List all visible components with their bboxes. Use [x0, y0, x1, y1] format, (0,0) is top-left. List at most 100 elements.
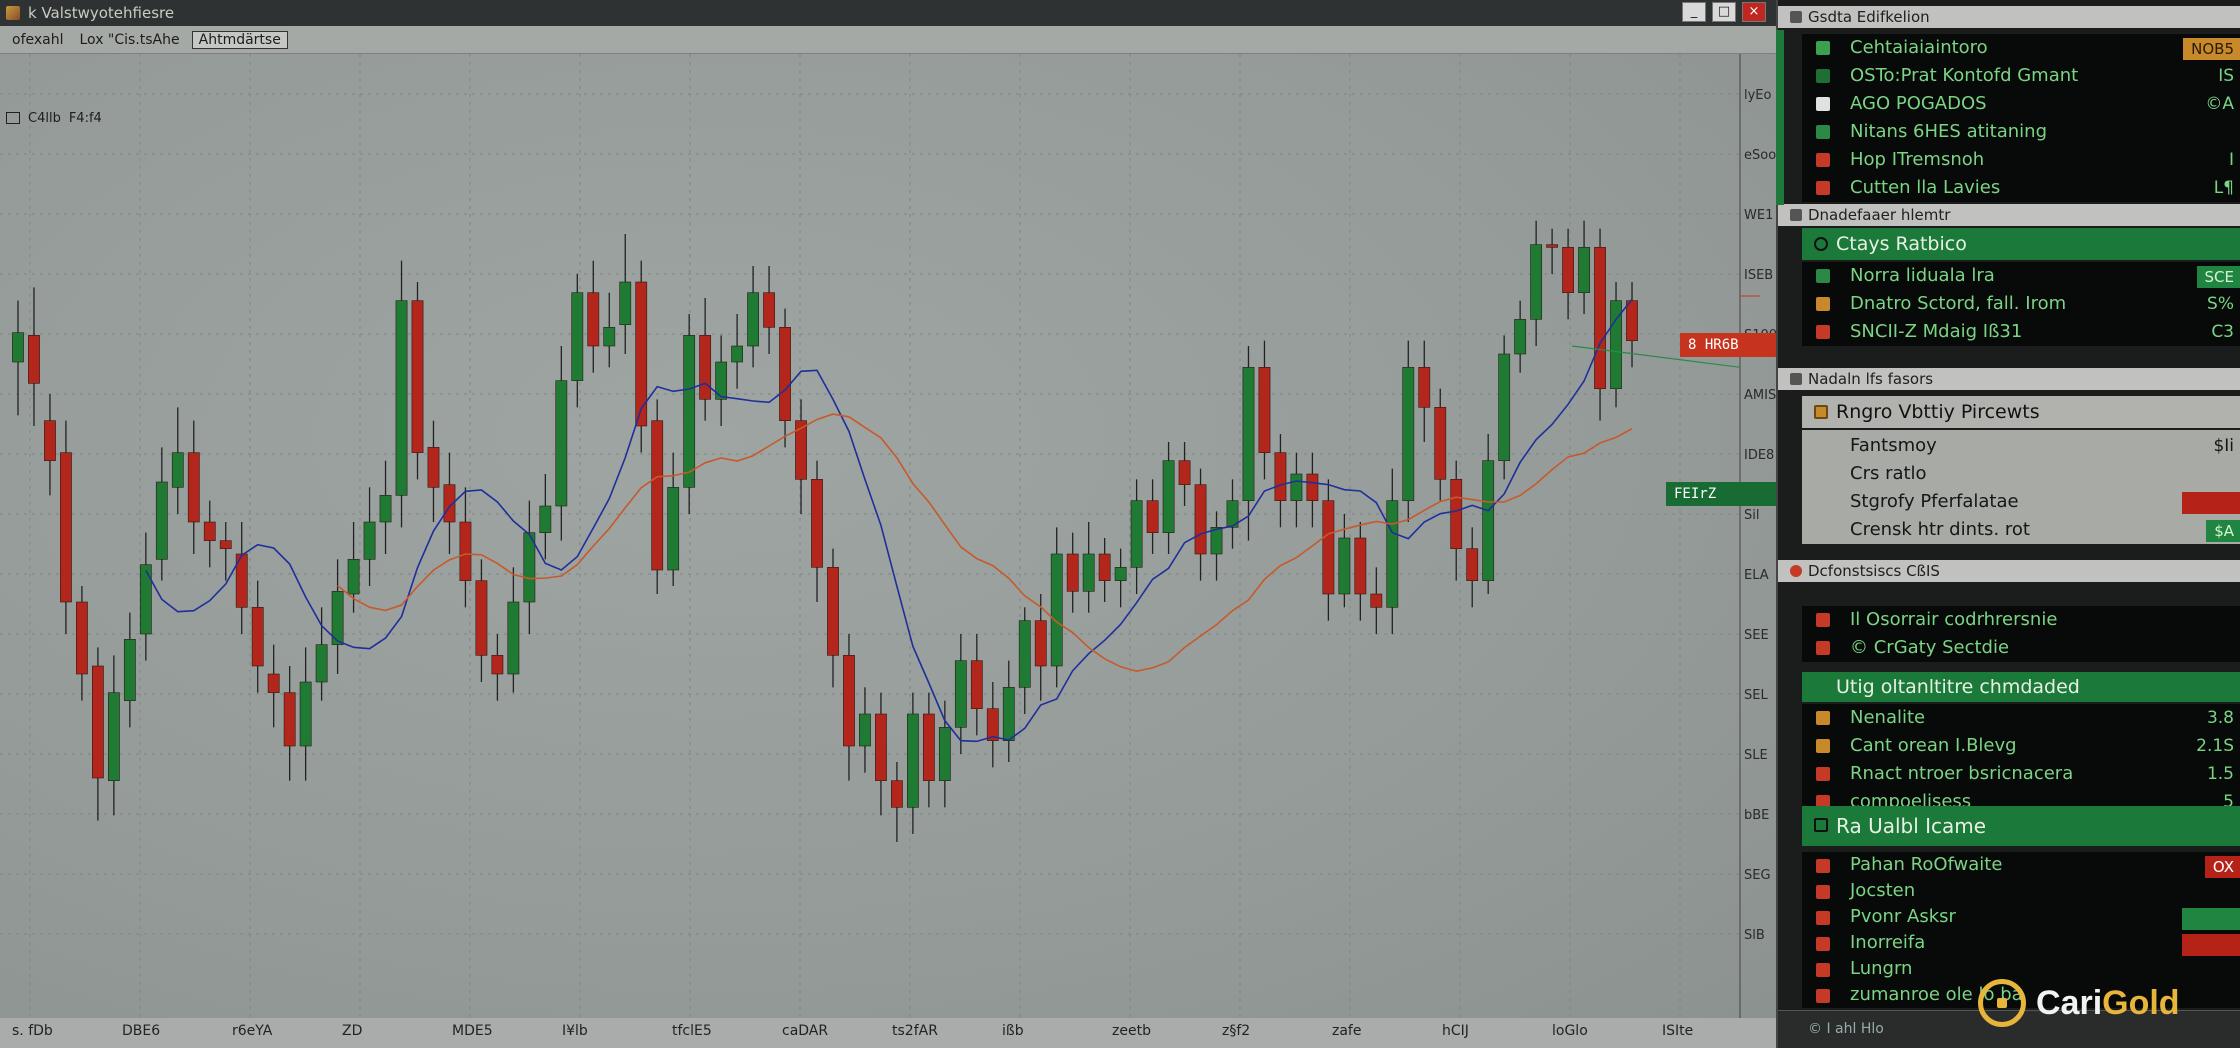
block2-row[interactable]: SNCII-Z Mdaig Iß31 C3 [1802, 318, 2240, 346]
market-watch-panel: Gsdta Edifkelion Cehtaiaiaintoro NOB5 OSTo… [1776, 0, 2240, 1048]
section-title-label: Rngro Vbttiy Pircewts [1836, 401, 2040, 423]
row-icon [1816, 963, 1830, 977]
panel-header-label: Gsdta Edifkelion [1808, 8, 1930, 26]
block4-row[interactable]: © CrGaty Sectdie [1802, 634, 2240, 662]
block1-row[interactable]: OSTo:Prat Kontofd Gmant IS [1802, 62, 2240, 90]
sector-list: Il Osorrair codrhrersnie © CrGaty Sectdie [1802, 606, 2240, 662]
time-axis-label: z§f2 [1222, 1023, 1251, 1039]
status-text: © I ahl Hlo [1808, 1021, 1884, 1037]
sub-toolbar-item-0[interactable]: C4llb [28, 111, 61, 126]
price-axis-label: AMIS [1744, 388, 1776, 403]
block6-row[interactable]: Pvonr Asksr [1802, 904, 2240, 930]
row-label: Fantsmoy [1850, 435, 1937, 456]
folder-icon [1814, 405, 1828, 419]
close-icon[interactable]: × [1742, 2, 1766, 22]
candle-body [1306, 473, 1319, 501]
candle-body [954, 660, 967, 728]
candle-body [507, 601, 520, 675]
minimize-icon[interactable]: _ [1682, 2, 1706, 22]
candle-body [571, 292, 584, 381]
row-icon [1816, 885, 1830, 899]
price-axis-label: SEG [1744, 868, 1771, 883]
time-axis-label: zeetb [1112, 1023, 1151, 1039]
block6-row[interactable]: Pahan RoOfwaite OX [1802, 852, 2240, 878]
block3-row[interactable]: Crensk htr dints. rot $A [1802, 516, 2240, 544]
block6-row[interactable]: Jocsten [1802, 878, 2240, 904]
price-axis-label: bBE [1744, 808, 1769, 823]
row-icon [1816, 181, 1830, 195]
candle-body [475, 580, 488, 656]
candle-body [187, 452, 200, 523]
candle-body [667, 487, 680, 571]
block3-row[interactable]: Crs ratlo [1802, 460, 2240, 488]
candle-body [970, 660, 983, 709]
section-title-label: Ctays Ratbico [1836, 233, 1967, 255]
candle-body [379, 495, 392, 523]
row-value: IS [2218, 66, 2234, 86]
section-icon [1790, 209, 1802, 221]
maximize-icon[interactable]: □ [1712, 2, 1736, 22]
candle-body [1082, 553, 1095, 592]
check-icon [1814, 818, 1828, 832]
panel-accent-bar [1776, 30, 1784, 205]
row-label: Cehtaiaiaintoro [1850, 37, 1988, 58]
price-axis-label: SEE [1744, 628, 1769, 643]
row-icon [1816, 711, 1830, 725]
section-title-volatility[interactable]: Rngro Vbttiy Pircewts [1802, 396, 2240, 428]
section-title-ratbico[interactable]: Ctays Ratbico [1802, 228, 2240, 260]
block1-row[interactable]: Cutten lla Lavies L¶ [1802, 174, 2240, 202]
candlestick-chart[interactable]: lyEoeSooWE1ISEBS100AMISIDE8SilELASEESELS… [0, 54, 1776, 1020]
candle-body [731, 345, 744, 363]
block5-row[interactable]: Cant orean I.Blevg 2.1S [1802, 732, 2240, 760]
candle-body [811, 479, 823, 568]
row-icon [1816, 911, 1830, 925]
block5-row[interactable]: Rnact ntroer bsricnacera 1.5 [1802, 760, 2240, 788]
block3-row[interactable]: Stgrofy Pferfalatae [1802, 488, 2240, 516]
block4-row[interactable]: Il Osorrair codrhrersnie [1802, 606, 2240, 634]
section-title-label: Utig oltanltitre chmdaded [1836, 676, 2080, 698]
candle-body [1290, 473, 1303, 501]
block1-row[interactable]: Nitans 6HES atitaning [1802, 118, 2240, 146]
price-axis-label: ELA [1744, 568, 1769, 583]
candle-body [1002, 687, 1015, 741]
chart-settings-icon[interactable] [6, 112, 20, 124]
time-axis-label: I¥lb [562, 1023, 588, 1039]
row-value: C3 [2211, 322, 2234, 342]
candle-body [1402, 367, 1415, 501]
block2-row[interactable]: Dnatro Sctord, fall. Irom S% [1802, 290, 2240, 318]
watermark-text-part1: Cari [2036, 983, 2103, 1022]
price-axis-label: SlB [1744, 928, 1765, 943]
time-axis-label: s. fDb [12, 1023, 53, 1039]
block3-row[interactable]: Fantsmoy $Ii [1802, 432, 2240, 460]
candle-body [44, 420, 56, 461]
row-icon [1816, 41, 1830, 55]
time-axis-label: DBE6 [122, 1023, 161, 1039]
row-label: Stgrofy Pferfalatae [1850, 491, 2019, 512]
row-label: SNCII-Z Mdaig Iß31 [1850, 321, 2023, 342]
candle-body [539, 505, 552, 533]
candle-body [1146, 500, 1159, 533]
block1-row[interactable]: Hop ITremsnoh I [1802, 146, 2240, 174]
block1-row[interactable]: AGO POGADOS ©A [1802, 90, 2240, 118]
toolbar-item-2[interactable]: Ahtmdärtse [191, 30, 288, 49]
row-label: Nitans 6HES atitaning [1850, 121, 2047, 142]
block2-row[interactable]: Norra liduala lra SCE [1802, 262, 2240, 290]
row-label: Hop ITremsnoh [1850, 149, 1985, 170]
chart-area[interactable]: lyEoeSooWE1ISEBS100AMISIDE8SilELASEESELS… [0, 54, 1776, 1020]
candle-body [779, 327, 791, 421]
section-title-utig[interactable]: Utig oltanltitre chmdaded [1802, 672, 2240, 702]
price-axis-label: lyEo [1744, 88, 1772, 103]
candle-body [1530, 244, 1543, 320]
toolbar-item-1[interactable]: Lox "Cis.tsAhe [76, 32, 184, 48]
toolbar-item-0[interactable]: ofexahl [8, 32, 68, 48]
row-value: 3.8 [2206, 708, 2234, 728]
block5-row[interactable]: Nenalite 3.8 [1802, 704, 2240, 732]
section-title-income[interactable]: Ra Ualbl Icame [1802, 806, 2240, 846]
candle-body [1130, 500, 1143, 568]
row-value [2182, 908, 2240, 930]
panel-header-main: Gsdta Edifkelion [1778, 6, 2240, 28]
block1-row[interactable]: Cehtaiaiaintoro NOB5 [1802, 34, 2240, 62]
candle-body [747, 292, 759, 347]
sub-toolbar-item-1[interactable]: F4:f4 [69, 111, 102, 126]
block6-row[interactable]: Inorreifa [1802, 930, 2240, 956]
